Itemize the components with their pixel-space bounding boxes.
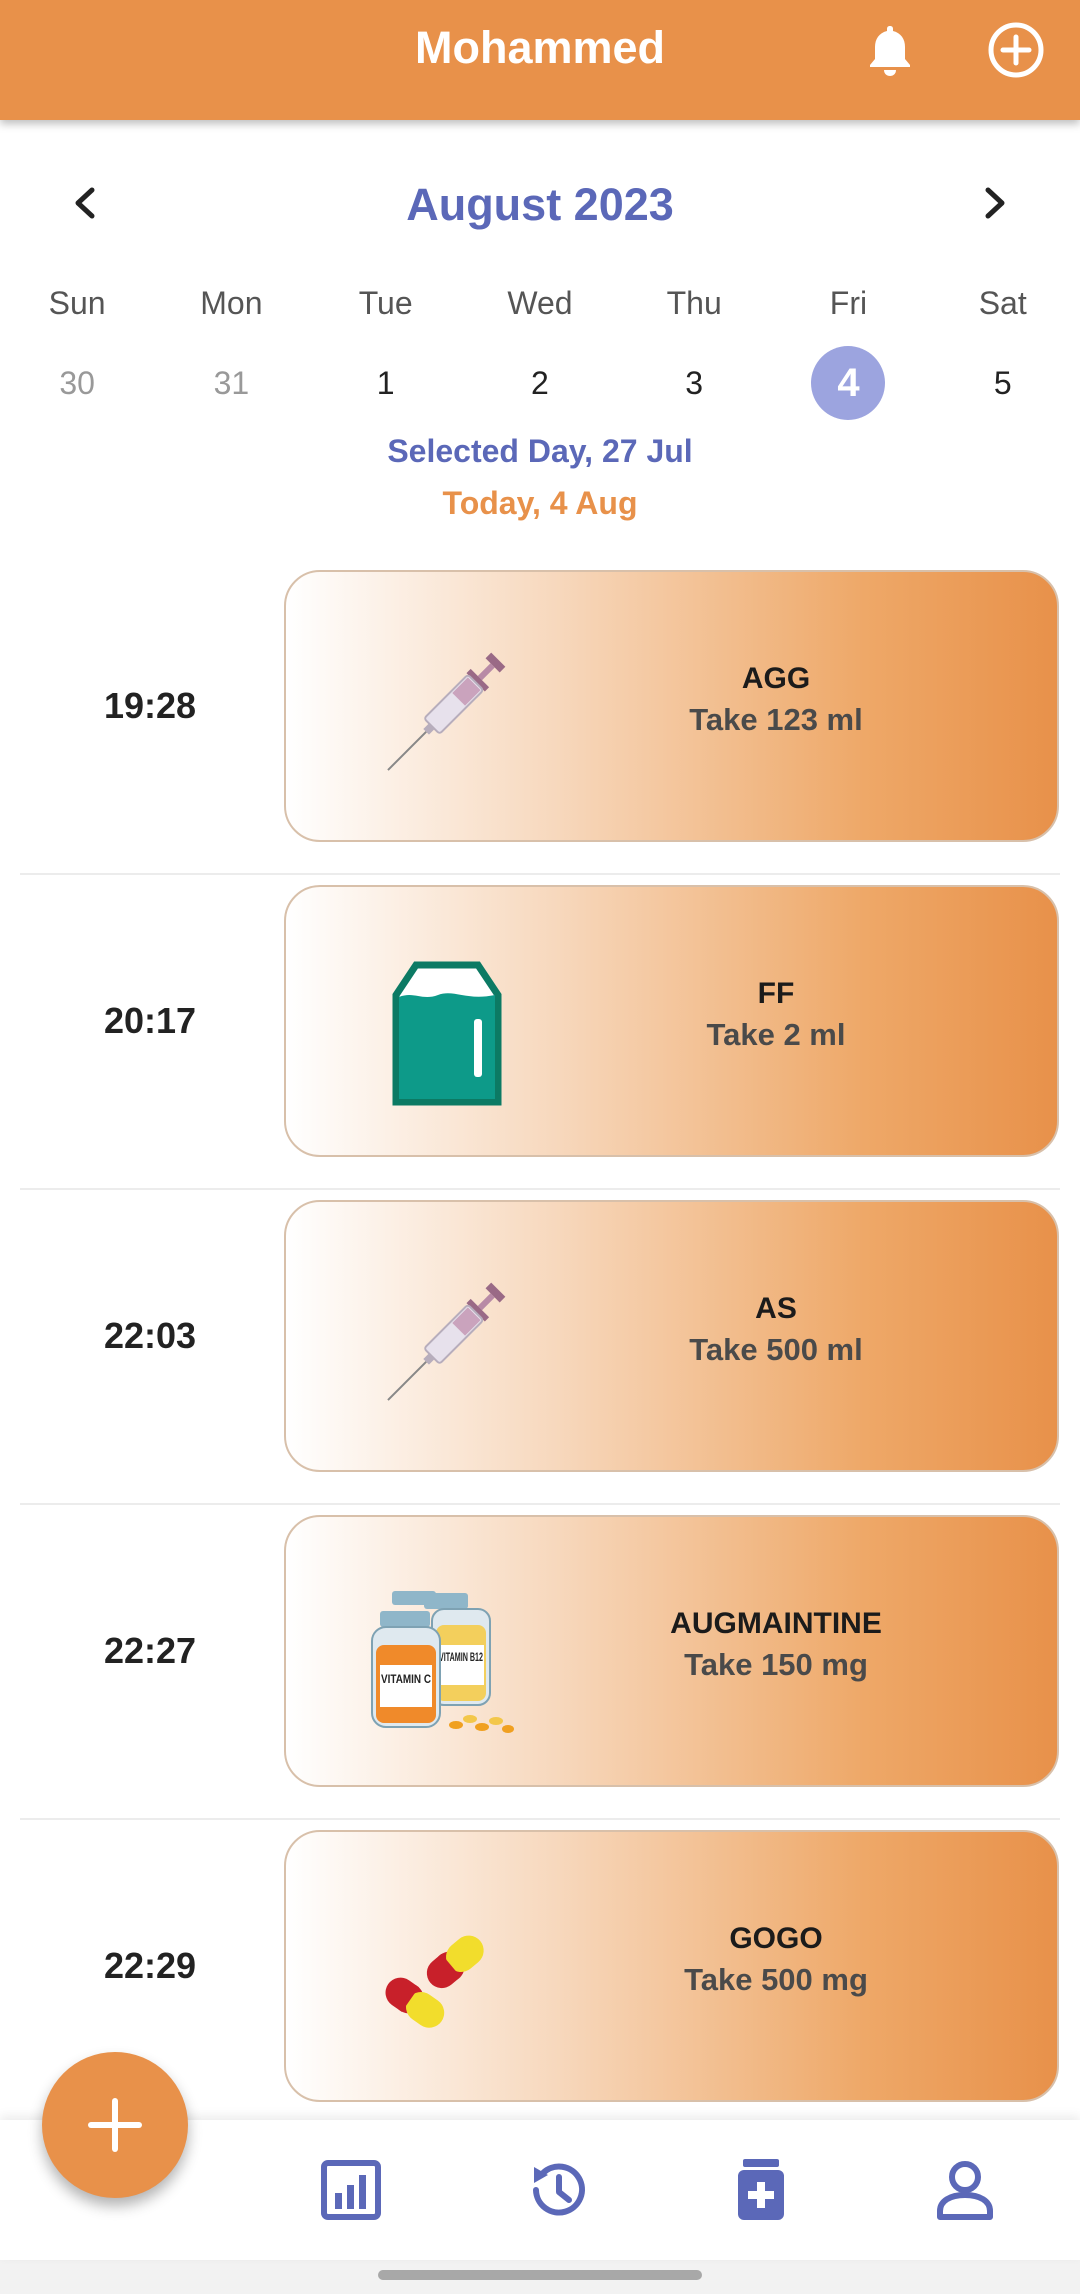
month-title: August 2023 bbox=[406, 179, 674, 230]
medication-name: GOGO bbox=[729, 1922, 823, 1955]
bottle-icon bbox=[366, 957, 516, 1107]
weekday-label: Fri bbox=[829, 285, 868, 321]
calendar-day[interactable]: 3 bbox=[617, 345, 771, 421]
dose-time: 19:28 bbox=[103, 685, 197, 726]
calendar-day[interactable]: 31 bbox=[154, 345, 308, 421]
medication-list: 19:28 AGG Take 123 ml 20:17 FF Take 2 ml… bbox=[0, 560, 1080, 2135]
home-indicator[interactable] bbox=[378, 2270, 702, 2280]
capsules-icon bbox=[366, 1902, 516, 2052]
medication-dose: Take 150 mg bbox=[684, 1647, 868, 1682]
weekday-label: Sun bbox=[48, 285, 106, 321]
day-number: 3 bbox=[685, 364, 704, 401]
calendar-day-today[interactable]: 4 bbox=[771, 345, 925, 421]
weekday-label: Sat bbox=[978, 285, 1027, 321]
plus-circle-icon[interactable] bbox=[984, 18, 1048, 82]
bell-icon[interactable] bbox=[858, 18, 922, 82]
medication-card[interactable]: AS Take 500 ml bbox=[284, 1200, 1059, 1472]
history-icon[interactable] bbox=[522, 2155, 592, 2225]
medication-dose: Take 123 ml bbox=[689, 702, 863, 737]
medication-info: AGG Take 123 ml bbox=[576, 662, 976, 738]
medication-dose: Take 500 mg bbox=[684, 1962, 868, 1997]
list-item: 22:03 AS Take 500 ml bbox=[0, 1190, 1080, 1505]
day-number: 4 bbox=[811, 346, 886, 420]
medication-info: AS Take 500 ml bbox=[576, 1292, 976, 1368]
day-number: 2 bbox=[531, 364, 549, 401]
chevron-right-icon[interactable] bbox=[970, 178, 1020, 228]
calendar-day[interactable]: 1 bbox=[309, 345, 463, 421]
vitamin-c-label: VITAMIN C bbox=[381, 1672, 431, 1686]
medication-card[interactable]: GOGO Take 500 mg bbox=[284, 1830, 1059, 2102]
medication-info: FF Take 2 ml bbox=[576, 977, 976, 1053]
medication-name: AUGMAINTINE bbox=[670, 1607, 882, 1640]
calendar-day[interactable]: 30 bbox=[0, 345, 154, 421]
weekday-label: Thu bbox=[666, 285, 722, 321]
syringe-icon bbox=[366, 642, 516, 792]
day-number: 5 bbox=[993, 364, 1012, 401]
medication-info: AUGMAINTINE Take 150 mg bbox=[576, 1607, 976, 1683]
calendar-day[interactable]: 5 bbox=[926, 345, 1080, 421]
month-navigation: August 2023 bbox=[0, 170, 1080, 240]
dose-time: 22:03 bbox=[103, 1315, 197, 1356]
list-item: 19:28 AGG Take 123 ml bbox=[0, 560, 1080, 875]
vitamin-b-label: VITAMIN B12 bbox=[439, 1650, 483, 1664]
weekday-label: Wed bbox=[507, 285, 573, 321]
weekday-row: Sun Mon Tue Wed Thu Fri Sat bbox=[0, 285, 1080, 335]
today-label: Today, 4 Aug bbox=[442, 485, 638, 521]
medication-dose: Take 2 ml bbox=[706, 1017, 846, 1052]
day-number: 1 bbox=[376, 364, 395, 401]
weekday-label: Tue bbox=[358, 285, 413, 321]
medication-dose: Take 500 ml bbox=[689, 1332, 863, 1367]
add-medication-button[interactable] bbox=[42, 2052, 188, 2198]
list-item: 20:17 FF Take 2 ml bbox=[0, 875, 1080, 1190]
medication-name: FF bbox=[757, 977, 795, 1010]
syringe-icon bbox=[366, 1272, 516, 1422]
profile-icon[interactable] bbox=[930, 2155, 1000, 2225]
plus-icon bbox=[88, 2098, 142, 2152]
selected-day-label: Selected Day, 27 Jul bbox=[387, 433, 693, 469]
dose-time: 20:17 bbox=[103, 1000, 197, 1041]
calendar-day[interactable]: 2 bbox=[463, 345, 617, 421]
dose-time: 22:27 bbox=[103, 1630, 197, 1671]
medication-name: AGG bbox=[741, 662, 811, 695]
day-number: 30 bbox=[59, 364, 95, 401]
vitamin-bottles-icon: VITAMIN B12 VITAMIN C bbox=[366, 1587, 516, 1737]
medicine-icon[interactable] bbox=[726, 2155, 796, 2225]
day-number: 31 bbox=[213, 364, 250, 401]
app-header: Mohammed bbox=[0, 0, 1080, 120]
medication-info: GOGO Take 500 mg bbox=[576, 1922, 976, 1998]
list-item: 22:27 VITAMIN B12 VITAMIN C AUGMAINTINE … bbox=[0, 1505, 1080, 1820]
medication-card[interactable]: AGG Take 123 ml bbox=[284, 570, 1059, 842]
day-row: 30 31 1 2 3 4 5 bbox=[0, 345, 1080, 421]
stats-icon[interactable] bbox=[316, 2155, 386, 2225]
medication-name: AS bbox=[755, 1292, 797, 1325]
medication-card[interactable]: VITAMIN B12 VITAMIN C AUGMAINTINE Take 1… bbox=[284, 1515, 1059, 1787]
medication-card[interactable]: FF Take 2 ml bbox=[284, 885, 1059, 1157]
weekday-label: Mon bbox=[200, 285, 263, 321]
